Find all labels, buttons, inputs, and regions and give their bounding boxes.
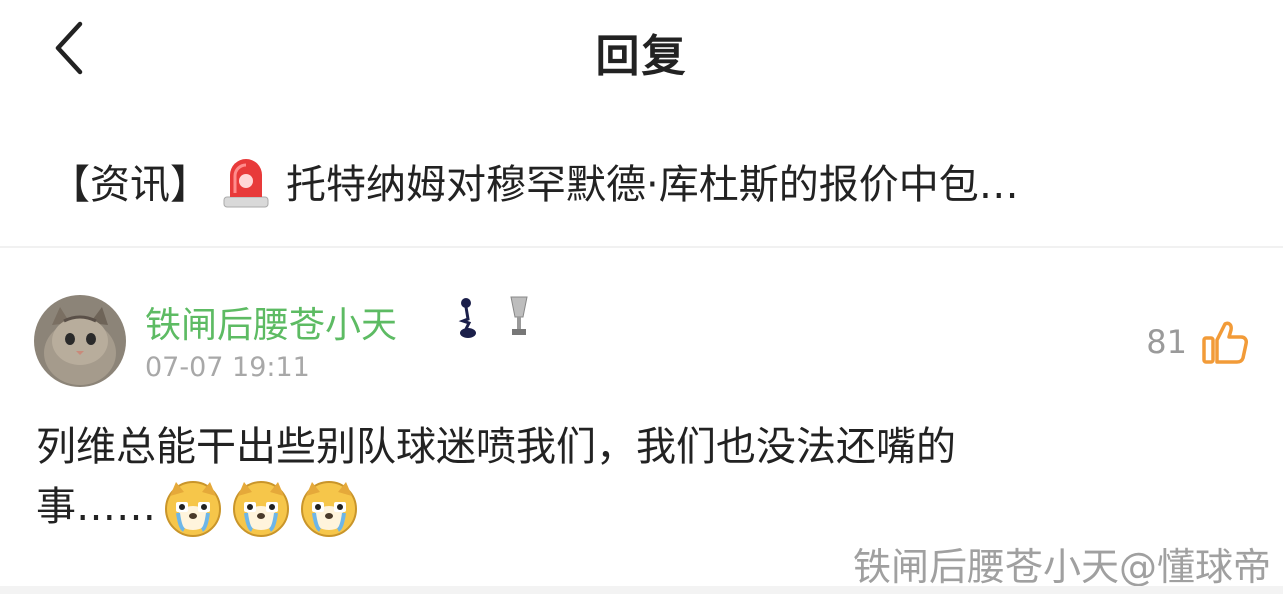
post-tag: 【资讯】 — [50, 162, 210, 208]
page-title: 回复 — [595, 31, 688, 82]
tottenham-crest-icon — [458, 298, 476, 338]
username[interactable]: 铁闸后腰苍小天 — [145, 296, 397, 348]
divider — [0, 246, 1283, 248]
thumbs-up-icon — [1202, 321, 1248, 364]
crying-dog-emoji — [165, 481, 221, 537]
reply-content: 列维总能干出些别队球迷喷我们，我们也没法还嘴的 事…… — [36, 418, 1236, 538]
watermark: 铁闸后腰苍小天@懂球帝 — [852, 545, 1271, 589]
bottom-separator — [0, 586, 1283, 594]
like-button[interactable]: 81 — [1146, 318, 1249, 366]
crying-dog-emoji — [301, 481, 357, 537]
post-title-link[interactable]: 【资讯】 托特纳姆对穆罕默德·库杜斯的报价中包… — [50, 152, 1240, 210]
reply-text-line2: 事…… — [36, 484, 156, 530]
crying-dog-emoji — [233, 481, 289, 537]
top-bar: 回复 — [0, 0, 1283, 100]
avatar[interactable] — [34, 295, 126, 387]
user-badges — [455, 295, 531, 339]
like-count: 81 — [1146, 323, 1187, 361]
reply-timestamp: 07-07 19:11 — [145, 352, 310, 383]
trophy-icon — [510, 296, 528, 335]
siren-icon — [222, 153, 270, 209]
post-title-text: 托特纳姆对穆罕默德·库杜斯的报价中包… — [286, 162, 1019, 208]
emoji-row — [162, 476, 360, 538]
reply-text-line1: 列维总能干出些别队球迷喷我们，我们也没法还嘴的 — [36, 424, 956, 470]
